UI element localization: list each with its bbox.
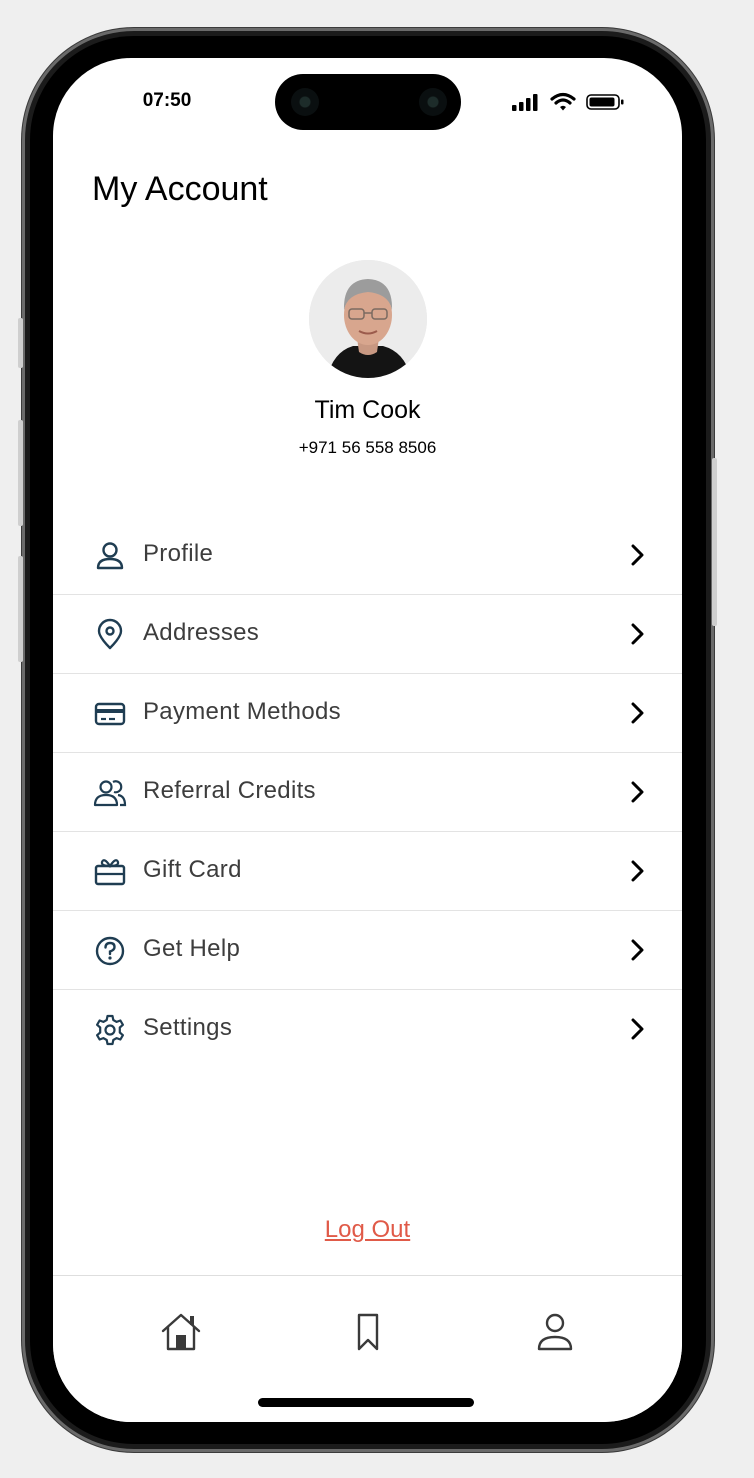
wifi-icon (550, 92, 576, 111)
bookmark-icon (357, 1313, 379, 1351)
battery-icon (586, 94, 624, 110)
menu-label: Profile (143, 540, 214, 567)
menu-item-settings[interactable]: Settings (53, 990, 682, 1068)
chevron-right-icon (631, 1018, 644, 1040)
app-screen: 07:50 My Account Tim Cook +971 56 558 85… (53, 58, 682, 1422)
status-time: 07:50 (142, 90, 192, 111)
avatar[interactable] (309, 260, 427, 378)
menu-item-payment-methods[interactable]: Payment Methods (53, 674, 682, 753)
menu-item-profile[interactable]: Profile (53, 516, 682, 595)
chevron-right-icon (631, 781, 644, 803)
location-pin-icon (97, 618, 123, 650)
menu-label: Referral Credits (143, 777, 316, 804)
side-button-volume-up (18, 420, 23, 526)
side-button-power (712, 458, 717, 626)
tab-home[interactable] (159, 1310, 203, 1354)
sensor-icon (291, 88, 319, 116)
logout-link[interactable]: Log Out (53, 1216, 682, 1244)
home-indicator[interactable] (258, 1398, 474, 1407)
user-phone: +971 56 558 8506 (298, 438, 437, 457)
chevron-right-icon (631, 860, 644, 882)
signal-icon (512, 94, 538, 111)
menu-item-get-help[interactable]: Get Help (53, 911, 682, 990)
tab-saved[interactable] (346, 1310, 390, 1354)
tab-account[interactable] (533, 1310, 577, 1354)
menu-label: Gift Card (143, 856, 242, 883)
help-icon (95, 936, 125, 966)
menu-label: Addresses (143, 619, 260, 646)
gear-icon (96, 1014, 124, 1046)
user-name: Tim Cook (314, 396, 421, 424)
side-button-mute (18, 318, 23, 368)
users-icon (93, 780, 127, 807)
chevron-right-icon (631, 702, 644, 724)
menu-item-addresses[interactable]: Addresses (53, 595, 682, 674)
camera-icon (419, 88, 447, 116)
gift-card-icon (94, 859, 126, 886)
home-icon (161, 1313, 201, 1351)
menu-item-gift-card[interactable]: Gift Card (53, 832, 682, 911)
status-icons (510, 92, 630, 112)
avatar-photo (309, 260, 427, 378)
menu-label: Settings (143, 1014, 233, 1041)
menu-label: Payment Methods (143, 698, 341, 725)
profile-icon (537, 1313, 573, 1351)
credit-card-icon (94, 702, 126, 726)
page-title: My Account (92, 170, 268, 208)
chevron-right-icon (631, 544, 644, 566)
side-button-volume-down (18, 556, 23, 662)
chevron-right-icon (631, 623, 644, 645)
account-menu: Profile Addresses Payment Methods Referr… (53, 516, 682, 1068)
menu-label: Get Help (143, 935, 241, 962)
menu-item-referral-credits[interactable]: Referral Credits (53, 753, 682, 832)
chevron-right-icon (631, 939, 644, 961)
dynamic-island (275, 74, 461, 130)
person-icon (96, 542, 124, 570)
